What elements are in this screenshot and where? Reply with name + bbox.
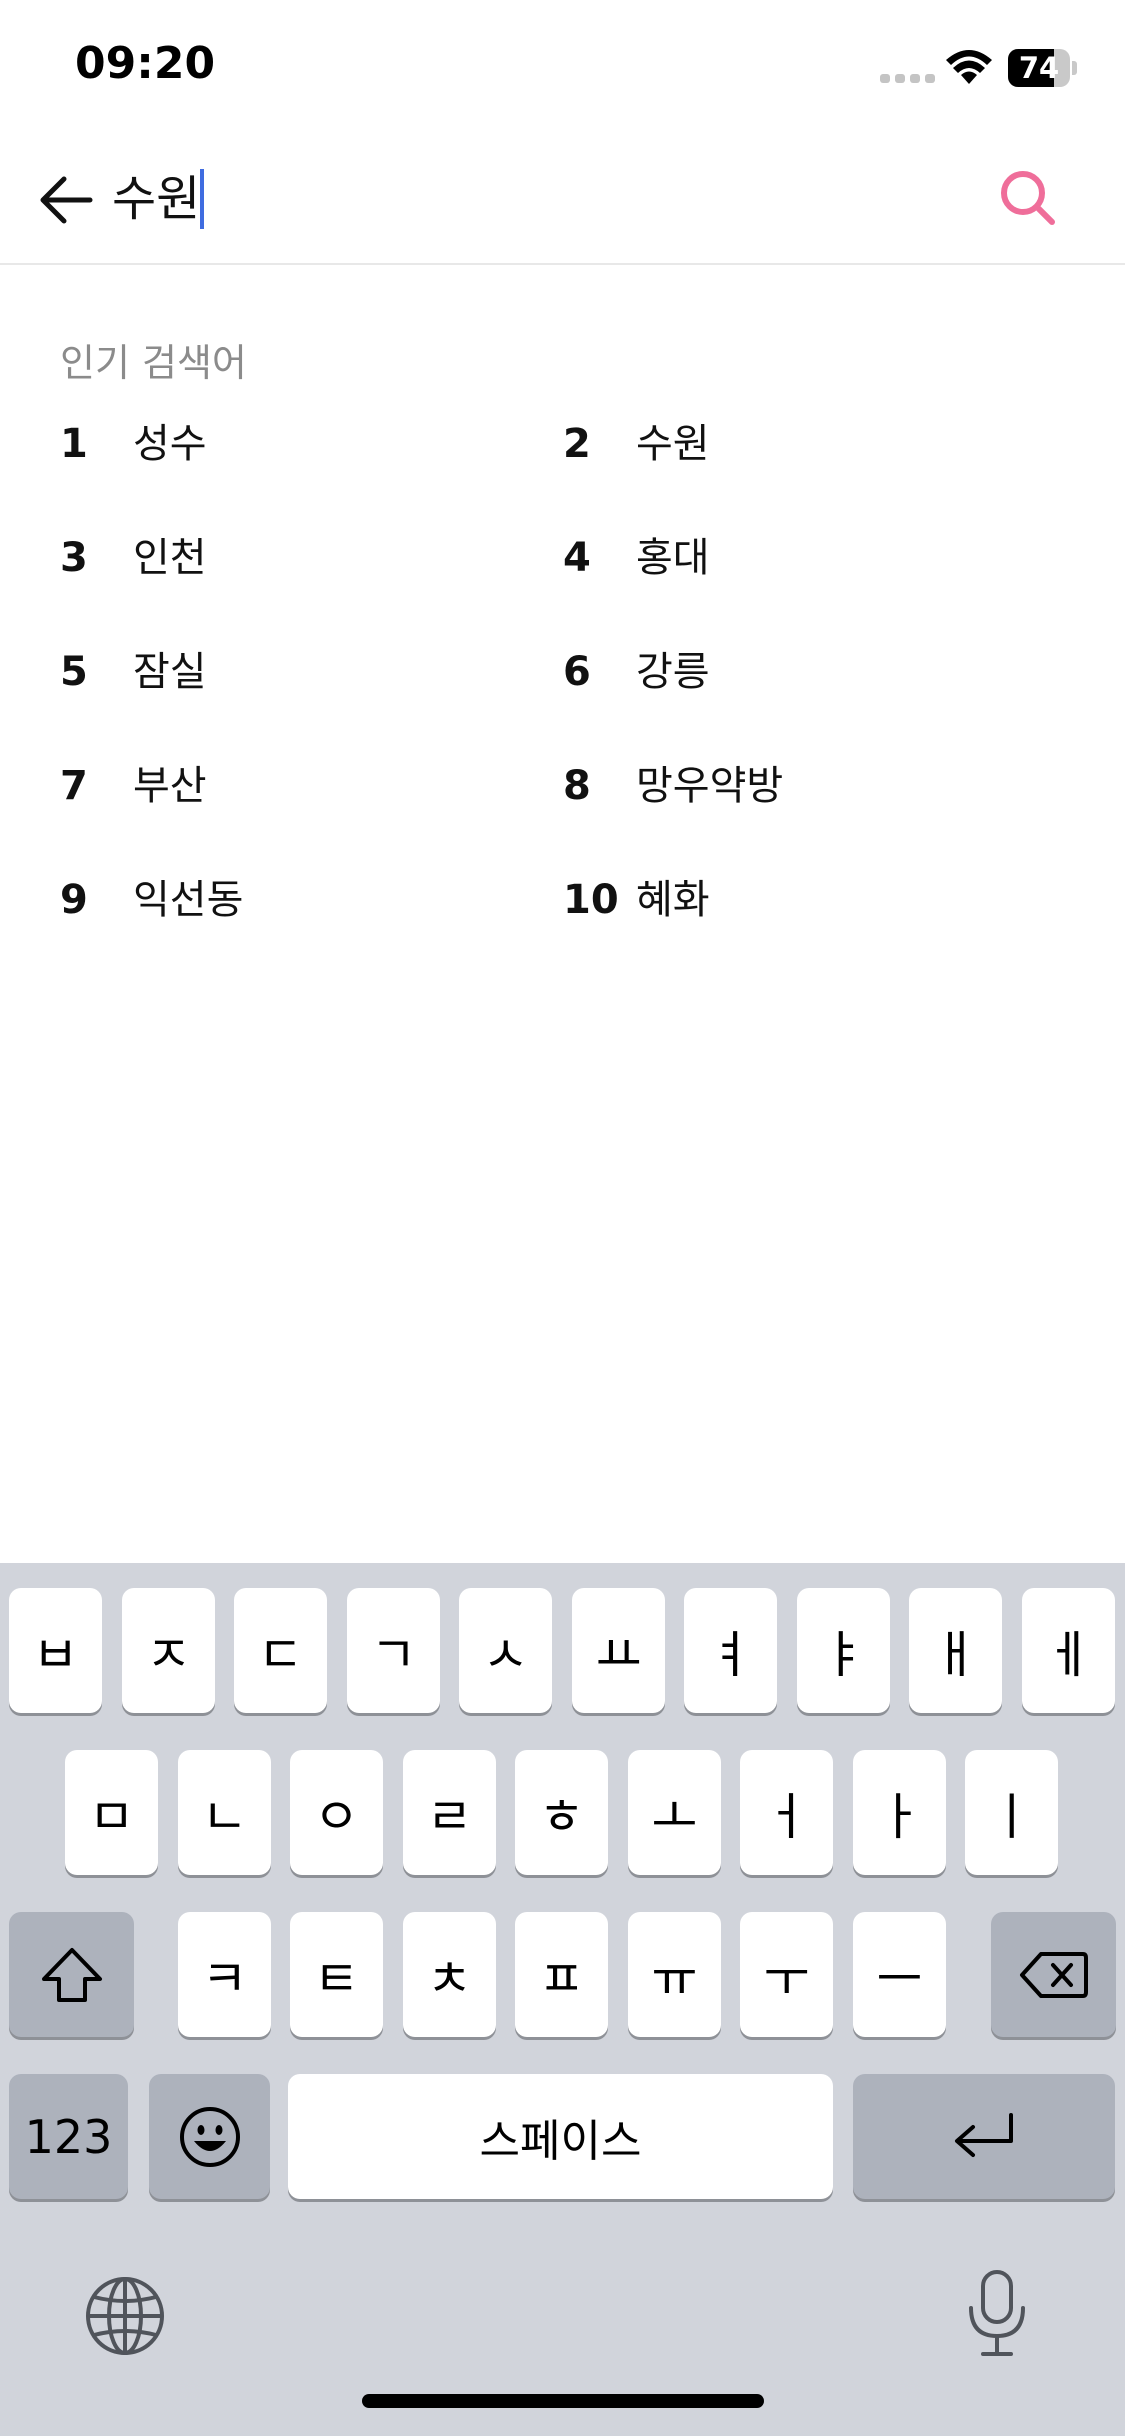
key[interactable]: ㅕ <box>684 1588 777 1713</box>
key[interactable]: ㅅ <box>459 1588 552 1713</box>
shift-icon <box>41 1947 102 2002</box>
emoji-key[interactable] <box>149 2074 270 2199</box>
key[interactable]: ㅏ <box>853 1750 946 1875</box>
key[interactable]: ㅁ <box>65 1750 158 1875</box>
search-icon[interactable] <box>998 168 1058 228</box>
rank-term[interactable]: 익선동 <box>133 860 243 940</box>
rank-number: 5 <box>60 649 88 695</box>
wifi-icon <box>946 50 992 84</box>
key[interactable]: ㄴ <box>178 1750 271 1875</box>
rank-term[interactable]: 혜화 <box>636 860 710 940</box>
popular-item[interactable]: 1 성수 <box>60 404 540 484</box>
key[interactable]: ㅜ <box>740 1912 833 2037</box>
key[interactable]: ㅑ <box>797 1588 890 1713</box>
key[interactable]: ㅠ <box>628 1912 721 2037</box>
return-key[interactable] <box>853 2074 1115 2199</box>
space-key[interactable]: 스페이스 <box>288 2074 833 2199</box>
popular-item[interactable]: 10 혜화 <box>563 860 1043 940</box>
rank-number: 2 <box>563 421 591 467</box>
globe-icon[interactable] <box>84 2275 166 2357</box>
key[interactable]: ㅔ <box>1022 1588 1115 1713</box>
popular-item[interactable]: 4 홍대 <box>563 518 1043 598</box>
key[interactable]: ㄱ <box>347 1588 440 1713</box>
popular-item[interactable]: 5 잠실 <box>60 632 540 712</box>
rank-number: 7 <box>60 763 88 809</box>
battery-indicator: 74 <box>1008 49 1077 87</box>
rank-number: 1 <box>60 421 88 467</box>
popular-searches-title: 인기 검색어 <box>60 341 247 385</box>
key[interactable]: ㅍ <box>515 1912 608 2037</box>
key[interactable]: ㅂ <box>9 1588 102 1713</box>
key[interactable]: ㅋ <box>178 1912 271 2037</box>
rank-term[interactable]: 인천 <box>133 518 207 598</box>
key[interactable]: ㅇ <box>290 1750 383 1875</box>
popular-item[interactable]: 6 강릉 <box>563 632 1043 712</box>
search-input[interactable]: 수원 <box>112 164 932 234</box>
numbers-key[interactable]: 123 <box>9 2074 128 2199</box>
rank-number: 9 <box>60 877 88 923</box>
popular-item[interactable]: 7 부산 <box>60 746 540 826</box>
korean-keyboard: ㅂ ㅈ ㄷ ㄱ ㅅ ㅛ ㅕ ㅑ ㅐ ㅔ ㅁ ㄴ ㅇ ㄹ ㅎ ㅗ ㅓ ㅏ ㅣ ㅋ … <box>0 1563 1125 2436</box>
search-input-value[interactable]: 수원 <box>112 164 200 234</box>
key[interactable]: ㅊ <box>403 1912 496 2037</box>
rank-number: 3 <box>60 535 88 581</box>
return-icon <box>955 2112 1013 2157</box>
delete-icon <box>1019 1951 1088 1998</box>
popular-item[interactable]: 8 망우약방 <box>563 746 1043 826</box>
key[interactable]: ㅌ <box>290 1912 383 2037</box>
key[interactable]: ㅓ <box>740 1750 833 1875</box>
rank-term[interactable]: 수원 <box>636 404 710 484</box>
key[interactable]: ㅗ <box>628 1750 721 1875</box>
key[interactable]: ㅎ <box>515 1750 608 1875</box>
key[interactable]: ㅛ <box>572 1588 665 1713</box>
rank-term[interactable]: 성수 <box>133 404 207 484</box>
delete-key[interactable] <box>991 1912 1116 2037</box>
text-caret <box>200 169 205 229</box>
popular-item[interactable]: 9 익선동 <box>60 860 540 940</box>
key[interactable]: ㄹ <box>403 1750 496 1875</box>
rank-number: 10 <box>563 877 619 923</box>
key[interactable]: ㄷ <box>234 1588 327 1713</box>
rank-number: 4 <box>563 535 591 581</box>
rank-term[interactable]: 망우약방 <box>636 746 783 826</box>
microphone-icon[interactable] <box>965 2268 1029 2360</box>
search-header: 수원 <box>0 130 1125 265</box>
key[interactable]: ㅐ <box>909 1588 1002 1713</box>
popular-item[interactable]: 3 인천 <box>60 518 540 598</box>
key[interactable]: ㅡ <box>853 1912 946 2037</box>
emoji-icon <box>179 2106 240 2167</box>
arrow-left-icon[interactable] <box>36 174 96 226</box>
rank-number: 6 <box>563 649 591 695</box>
rank-term[interactable]: 강릉 <box>636 632 710 712</box>
rank-number: 8 <box>563 763 591 809</box>
shift-key[interactable] <box>9 1912 134 2037</box>
battery-level: 74 <box>1018 51 1060 85</box>
rank-term[interactable]: 잠실 <box>133 632 207 712</box>
key[interactable]: ㅈ <box>122 1588 215 1713</box>
key[interactable]: ㅣ <box>965 1750 1058 1875</box>
cellular-signal-icon <box>880 74 935 84</box>
status-bar: 09:20 74 <box>0 0 1125 130</box>
popular-item[interactable]: 2 수원 <box>563 404 1043 484</box>
rank-term[interactable]: 부산 <box>133 746 207 826</box>
home-indicator[interactable] <box>362 2394 764 2408</box>
rank-term[interactable]: 홍대 <box>636 518 710 598</box>
status-time: 09:20 <box>75 38 216 89</box>
